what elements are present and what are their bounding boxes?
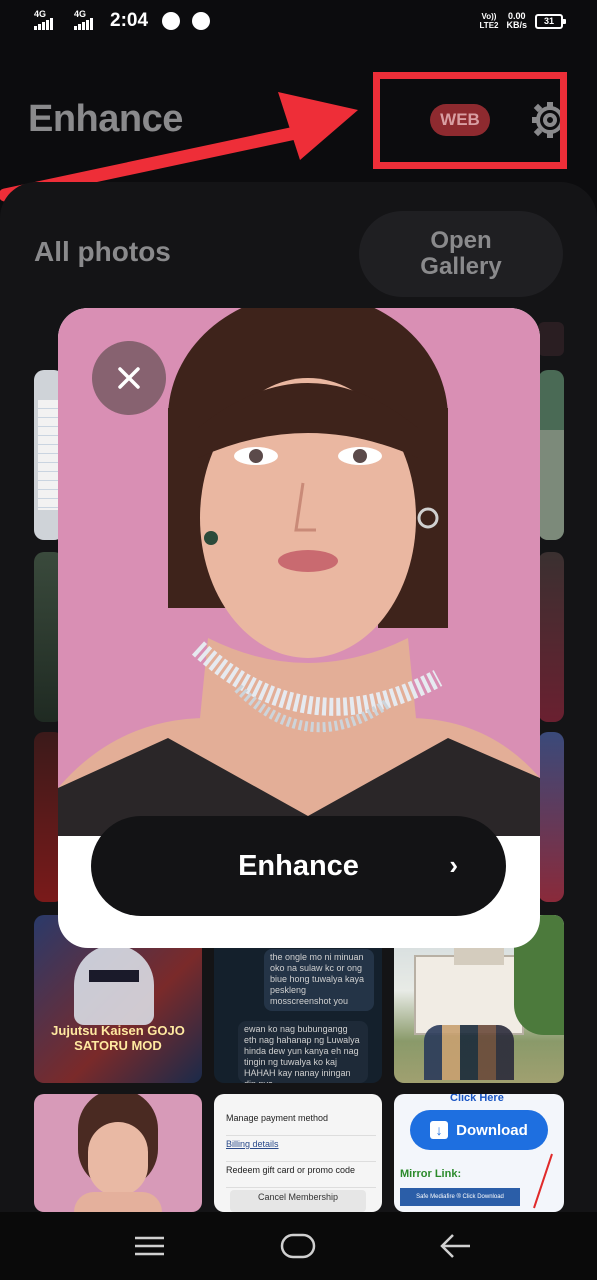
- red-arrow-mark: [533, 1153, 553, 1209]
- mirror-button: Safe Mediafire ® Click Download: [400, 1188, 520, 1206]
- close-button[interactable]: [92, 341, 166, 415]
- download-thumb-button: ↓ Download: [410, 1110, 548, 1150]
- photo-thumbnail[interactable]: [538, 732, 564, 902]
- annotation-highlight-box: [373, 72, 567, 169]
- chevron-right-icon: ›: [449, 850, 458, 880]
- close-icon: [118, 367, 140, 389]
- speed-unit: KB/s: [506, 20, 527, 30]
- status-bar: 4G 4G 2:04 Vo)) LTE2 0.00 KB/s 31: [0, 0, 597, 48]
- volte-line1: Vo)): [481, 12, 497, 21]
- photo-thumbnail-portrait[interactable]: [34, 1094, 202, 1212]
- photo-thumbnail-settings[interactable]: Manage payment method Billing details Re…: [214, 1094, 382, 1212]
- network-speed: 0.00 KB/s: [506, 12, 527, 30]
- network-type-2: 4G: [74, 9, 87, 19]
- mirror-link-label: Mirror Link:: [400, 1168, 462, 1180]
- status-right: Vo)) LTE2 0.00 KB/s 31: [480, 12, 566, 30]
- status-time: 2:04: [110, 10, 149, 31]
- back-button[interactable]: [426, 1226, 486, 1266]
- back-arrow-icon: [440, 1234, 470, 1258]
- open-gallery-line2: Gallery: [420, 253, 502, 280]
- battery-level: 31: [543, 15, 554, 26]
- open-gallery-line1: Open: [430, 227, 492, 254]
- settings-item-2: Billing details: [226, 1138, 376, 1162]
- click-here-label: Click Here: [450, 1094, 504, 1104]
- home-button[interactable]: [268, 1226, 328, 1266]
- settings-item-1: Manage payment method: [226, 1112, 376, 1136]
- download-icon: ↓: [430, 1121, 449, 1139]
- menu-button[interactable]: [120, 1226, 180, 1266]
- enhance-button-label: Enhance: [238, 849, 359, 882]
- status-left: 4G 4G 2:04: [34, 9, 211, 32]
- volte-icon: Vo)) LTE2: [480, 12, 499, 30]
- system-nav-bar: [0, 1212, 597, 1280]
- notification-icon-2: [192, 12, 211, 30]
- signal-1-icon: 4G: [34, 9, 62, 30]
- anime-caption: Jujutsu Kaisen GOJO SATORU MOD: [51, 1023, 185, 1053]
- all-photos-heading: All photos: [34, 236, 171, 267]
- menu-icon: [135, 1236, 164, 1256]
- battery-icon: 31: [535, 13, 566, 29]
- volte-line2: LTE2: [479, 21, 499, 30]
- notification-icon-1: [162, 12, 181, 30]
- cancel-membership-button: Cancel Membership: [230, 1190, 366, 1212]
- download-thumb-label: Download: [456, 1121, 528, 1139]
- chat-bubble-1: the ongle mo ni minuan oko na sulaw kc o…: [264, 949, 374, 1011]
- home-icon: [280, 1233, 316, 1259]
- chat-bubble-2: ewan ko nag bubungangg eth nag hahanap n…: [238, 1021, 368, 1083]
- network-type-1: 4G: [34, 9, 47, 19]
- settings-item-3: Redeem gift card or promo code: [226, 1164, 376, 1188]
- photo-thumbnail[interactable]: [538, 552, 564, 722]
- enhance-button[interactable]: Enhance ›: [91, 816, 506, 916]
- photo-thumbnail[interactable]: [538, 322, 564, 356]
- open-gallery-button[interactable]: Open Gallery: [359, 211, 563, 297]
- photo-thumbnail[interactable]: [538, 370, 564, 540]
- signal-2-icon: 4G: [74, 9, 102, 30]
- photo-thumbnail-download[interactable]: Click Here ↓ Download Mirror Link: Safe …: [394, 1094, 564, 1212]
